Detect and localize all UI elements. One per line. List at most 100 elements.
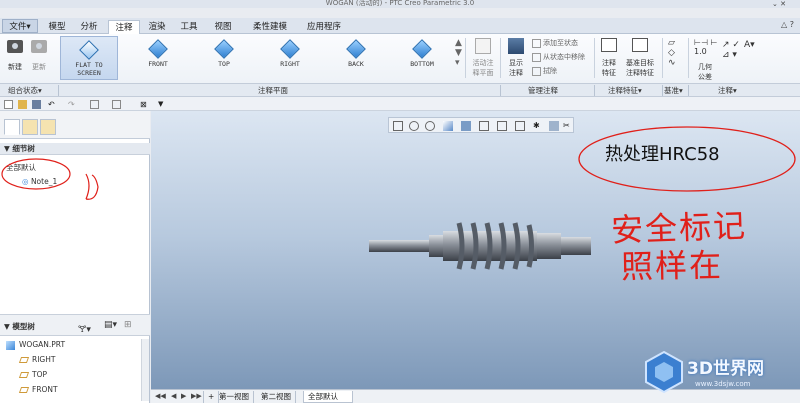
add-icon bbox=[532, 38, 541, 48]
favorites-tab-icon[interactable] bbox=[40, 119, 56, 135]
ribbon-group-labels: 组合状态▾ 注释平面 管理注释 注释特征▾ 基准▾ 注释▾ bbox=[0, 84, 800, 97]
tab-annotate[interactable]: 注释 bbox=[108, 20, 140, 35]
tab-tools[interactable]: 工具 bbox=[176, 20, 202, 34]
navigator-tabs bbox=[0, 111, 150, 139]
update-button[interactable]: 更新 bbox=[28, 40, 50, 72]
datum-target-label-2: 注释特征 bbox=[626, 69, 654, 77]
datum-target-icon bbox=[632, 38, 648, 52]
ribbon-separator bbox=[662, 38, 663, 78]
annot-feature-label-1: 注释 bbox=[602, 59, 616, 67]
model-tree-part[interactable]: WOGAN.PRT bbox=[6, 340, 65, 350]
redo-icon[interactable]: ↷ bbox=[68, 100, 77, 109]
erase-button[interactable]: 拭除 bbox=[532, 66, 557, 76]
group-annotation[interactable]: 注释▾ bbox=[718, 85, 737, 96]
view-top-button[interactable]: TOP bbox=[194, 36, 254, 68]
scroll-arrows-icon[interactable]: ▲ ▼ ▾ bbox=[455, 38, 462, 68]
tab-applications[interactable]: 应用程序 bbox=[302, 20, 346, 34]
new-file-icon[interactable] bbox=[4, 100, 13, 109]
datum-plane-icon bbox=[18, 372, 30, 378]
watermark-url: www.3dsjw.com bbox=[695, 380, 751, 388]
datum-tools-icon[interactable]: ▱ ◇ ∿ bbox=[668, 38, 676, 68]
tab-second-view[interactable]: 第二视图 bbox=[257, 391, 296, 403]
remove-from-state-button[interactable]: 从状态中移除 bbox=[532, 52, 585, 62]
window-controls[interactable]: ⌄ ✕ bbox=[772, 0, 786, 8]
model-tree-header: ▼ 模型树 🝖▾ ▤▾ ⊞ bbox=[0, 314, 150, 336]
next-tab-arrow-icon[interactable]: ▶ bbox=[181, 392, 186, 400]
new-button[interactable]: 新建 bbox=[4, 40, 26, 72]
tab-all-default[interactable]: 全部默认 bbox=[303, 391, 353, 403]
regenerate-icon[interactable] bbox=[90, 100, 99, 109]
tab-analysis[interactable]: 分析 bbox=[76, 20, 102, 34]
add-to-state-button[interactable]: 添加至状态 bbox=[532, 38, 578, 48]
show-label-1: 显示 bbox=[509, 59, 523, 67]
graphics-viewport[interactable]: ✱ ✂ 热处理HRC58 安全标记 照样在 bbox=[151, 111, 800, 389]
save-icon[interactable] bbox=[32, 100, 41, 109]
show-annotations-icon bbox=[508, 38, 524, 54]
cube-icon bbox=[214, 39, 234, 59]
annotation-tools-icon[interactable]: ↗ ✓ ⊿ ▾ bbox=[722, 40, 740, 60]
ribbon-separator bbox=[500, 38, 501, 78]
tab-first-view[interactable]: 第一视图 bbox=[215, 391, 254, 403]
annot-feature-label-2: 特征 bbox=[602, 69, 616, 77]
cube-icon bbox=[346, 39, 366, 59]
tab-view[interactable]: 视图 bbox=[210, 20, 236, 34]
view-back-button[interactable]: BACK bbox=[326, 36, 386, 68]
close-window-icon[interactable]: ⊠ bbox=[140, 100, 149, 109]
group-separator bbox=[58, 85, 59, 96]
ribbon-collapse-icon[interactable]: △ ? bbox=[781, 20, 794, 29]
geom-tol-label-1: 几何 bbox=[698, 63, 712, 71]
view-top-label: TOP bbox=[218, 60, 230, 68]
front-label: FRONT bbox=[32, 385, 58, 394]
plane-icon bbox=[475, 38, 491, 54]
flat-to-screen-button[interactable]: FLAT TO SCREEN bbox=[60, 36, 118, 80]
customize-dropdown-icon[interactable]: ▼ bbox=[158, 100, 167, 109]
group-separator bbox=[662, 85, 663, 96]
first-tab-arrow-icon[interactable]: ◀◀ bbox=[155, 392, 166, 400]
model-tree-front[interactable]: FRONT bbox=[18, 385, 58, 394]
activate-label-2: 释平面 bbox=[472, 69, 494, 77]
view-bottom-button[interactable]: BOTTOM bbox=[392, 36, 452, 68]
undo-icon[interactable]: ↶ bbox=[48, 100, 57, 109]
group-separator bbox=[500, 85, 501, 96]
window-title: WOGAN (活动的) - PTC Creo Parametric 3.0 bbox=[325, 0, 475, 7]
tab-render[interactable]: 渲染 bbox=[144, 20, 170, 34]
group-annotation-feature[interactable]: 注释特征▾ bbox=[608, 85, 642, 96]
tab-model[interactable]: 模型 bbox=[44, 20, 70, 34]
tree-columns-icon[interactable]: ⊞ bbox=[124, 320, 132, 330]
geometric-tolerance-button[interactable]: 几何 公差 bbox=[694, 62, 716, 82]
dimension-icon[interactable]: ⊢⊣ ⊢ 1.0 bbox=[694, 38, 717, 56]
view-right-button[interactable]: RIGHT bbox=[260, 36, 320, 68]
tree-filter-icon[interactable]: ▤▾ bbox=[104, 320, 117, 330]
model-tree-scrollbar[interactable] bbox=[141, 339, 149, 401]
group-datum[interactable]: 基准▾ bbox=[664, 85, 683, 96]
show-label-2: 注释 bbox=[509, 69, 523, 77]
show-annotations-button[interactable]: 显示 注释 bbox=[504, 38, 528, 78]
tab-flexible-modeling[interactable]: 柔性建模 bbox=[244, 20, 296, 34]
erase-icon bbox=[532, 66, 541, 76]
activate-annotation-plane-button[interactable]: 活动注 释平面 bbox=[468, 38, 498, 78]
model-tree-top[interactable]: TOP bbox=[18, 370, 47, 379]
file-menu[interactable]: 文件▾ bbox=[2, 19, 38, 33]
tree-settings-icon[interactable]: 🝖▾ bbox=[78, 320, 91, 338]
open-folder-icon[interactable] bbox=[18, 100, 27, 109]
text-note-icon[interactable]: A▾ bbox=[744, 40, 755, 50]
annotation-feature-button[interactable]: 注释 特征 bbox=[597, 38, 621, 78]
model-tree-label: 模型树 bbox=[12, 322, 35, 331]
last-tab-arrow-icon[interactable]: ▶▶ bbox=[191, 392, 202, 400]
windows-icon[interactable] bbox=[112, 100, 121, 109]
model-tree-right[interactable]: RIGHT bbox=[18, 355, 55, 364]
ribbon-separator bbox=[594, 38, 595, 78]
datum-target-button[interactable]: 基准目标 注释特征 bbox=[622, 38, 658, 78]
folder-browser-tab-icon[interactable] bbox=[22, 119, 38, 135]
flat-plane-icon bbox=[79, 40, 99, 60]
erase-label: 拭除 bbox=[543, 67, 557, 75]
model-tree-tab-icon[interactable] bbox=[4, 119, 20, 135]
model-tree-title[interactable]: ▼ 模型树 bbox=[4, 321, 35, 332]
group-separator bbox=[688, 85, 689, 96]
group-separator bbox=[594, 85, 595, 96]
new-label: 新建 bbox=[8, 63, 22, 71]
heat-treatment-note[interactable]: 热处理HRC58 bbox=[605, 140, 720, 166]
group-combined-state[interactable]: 组合状态▾ bbox=[8, 85, 42, 96]
view-front-button[interactable]: FRONT bbox=[128, 36, 188, 68]
prev-tab-arrow-icon[interactable]: ◀ bbox=[171, 392, 176, 400]
